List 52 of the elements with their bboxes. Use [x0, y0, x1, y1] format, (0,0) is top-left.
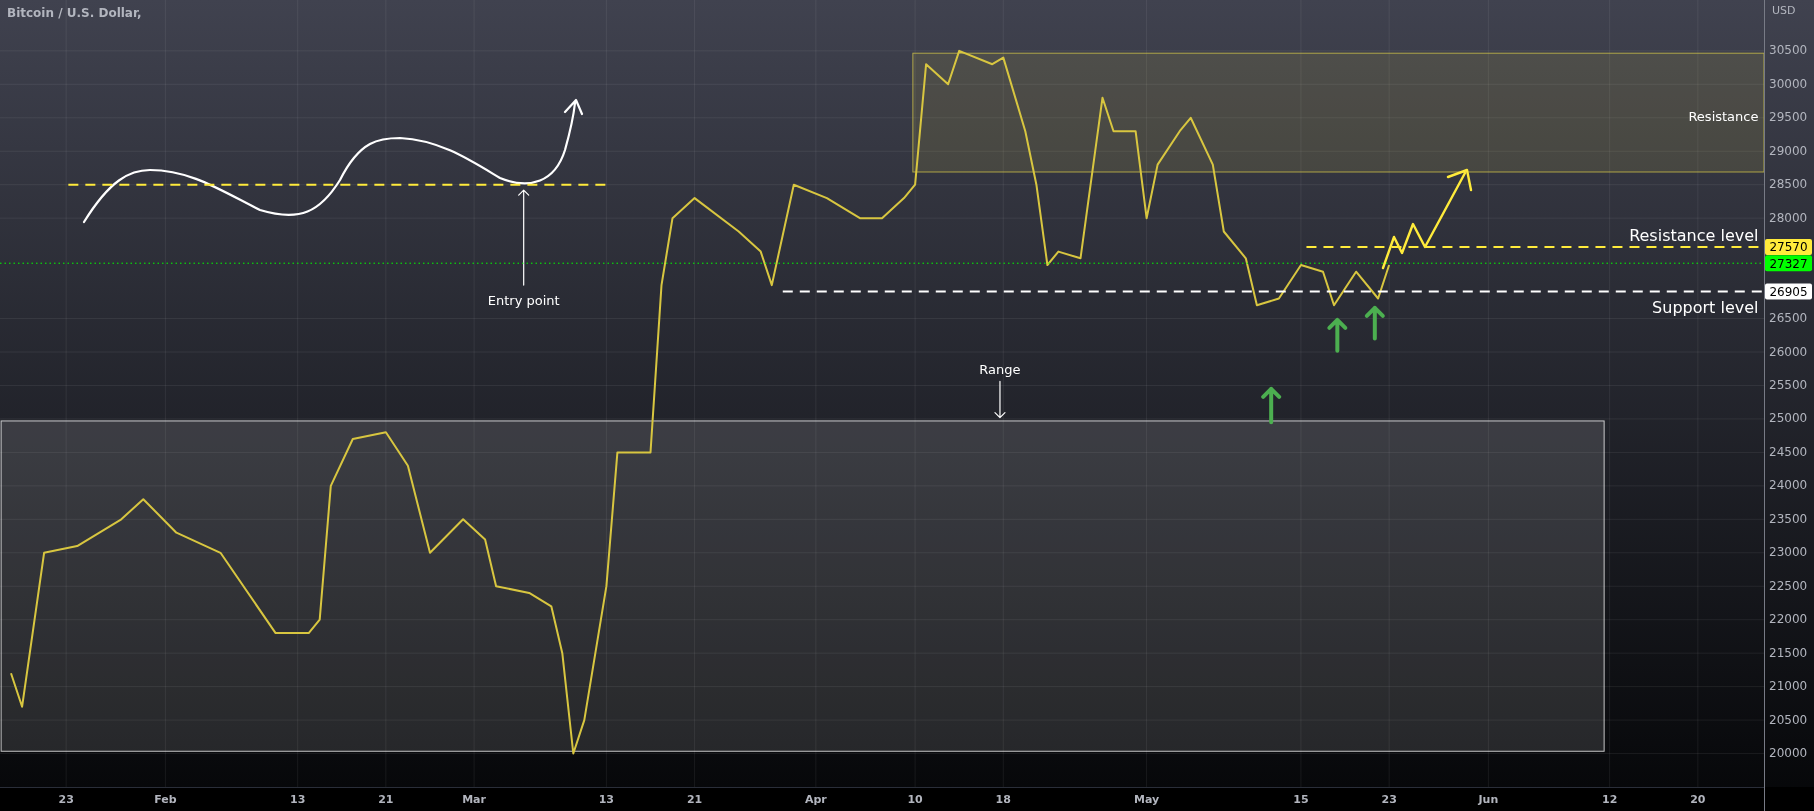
- x-axis-label: 20: [1690, 793, 1706, 806]
- x-axis-label: 18: [995, 793, 1011, 806]
- x-axis-label: Apr: [804, 793, 827, 806]
- x-axis-label: 13: [598, 793, 615, 806]
- y-axis-label: 24500: [1769, 444, 1808, 459]
- x-axis-label: 15: [1293, 793, 1309, 806]
- ref-line-label: 27327: [1769, 256, 1808, 271]
- x-axis-label: Jun: [1478, 793, 1499, 806]
- y-axis-label: 22000: [1769, 612, 1808, 627]
- y-axis-label: 20500: [1769, 712, 1808, 727]
- chart-title: Bitcoin / U.S. Dollar,: [7, 6, 142, 20]
- y-axis-label: 21000: [1769, 679, 1808, 694]
- chart-annotation: Resistance level: [1629, 226, 1759, 246]
- ref-line-label: 27570: [1769, 240, 1808, 255]
- up-arrow-icon: [1261, 386, 1282, 425]
- y-axis-label: 26500: [1769, 311, 1808, 326]
- y-axis-label: 23500: [1769, 511, 1808, 526]
- y-axis-label: 22500: [1769, 578, 1808, 593]
- y-axis-label: 20000: [1769, 746, 1808, 761]
- y-axis-label: 29000: [1769, 143, 1808, 158]
- x-axis-label: 13: [290, 793, 306, 806]
- axis-unit-label: USD: [1772, 4, 1796, 17]
- chart-annotation: Entry point: [487, 292, 560, 308]
- y-axis-label: 24000: [1769, 478, 1808, 493]
- y-axis-label: 21500: [1769, 645, 1808, 660]
- x-axis-label: 10: [907, 793, 923, 806]
- x-axis-label: May: [1134, 793, 1160, 806]
- y-axis-label: 29500: [1769, 110, 1808, 125]
- annotation-arrow: [994, 380, 1006, 419]
- y-axis-label: 26000: [1769, 344, 1808, 359]
- x-axis-label: 23: [58, 793, 74, 806]
- x-axis-label: Mar: [462, 793, 486, 806]
- x-axis-label: Feb: [154, 793, 177, 806]
- y-axis-label: 28000: [1769, 210, 1808, 225]
- up-arrow-icon: [1364, 305, 1385, 341]
- x-axis-label: 21: [378, 793, 394, 806]
- chart-annotation: Resistance: [1688, 109, 1759, 125]
- price-tag: 27327: [1765, 255, 1812, 272]
- chart-annotation: Range: [979, 362, 1021, 378]
- x-axis-label: 21: [686, 793, 703, 806]
- up-arrow-icon: [1327, 317, 1348, 353]
- x-axis-label: 23: [1381, 793, 1397, 806]
- y-axis-label: 30000: [1769, 76, 1808, 91]
- y-axis-label: 23000: [1769, 545, 1808, 560]
- y-axis-label: 25500: [1769, 377, 1808, 392]
- ref-line-label: 26905: [1769, 284, 1808, 299]
- y-axis-label: 25000: [1769, 411, 1808, 426]
- x-axis-label: 12: [1602, 793, 1618, 806]
- price-tag: 26905: [1765, 283, 1812, 300]
- chart-annotation: Support level: [1652, 298, 1759, 317]
- y-axis-label: 28500: [1769, 177, 1808, 192]
- y-axis-label: 30500: [1769, 43, 1808, 58]
